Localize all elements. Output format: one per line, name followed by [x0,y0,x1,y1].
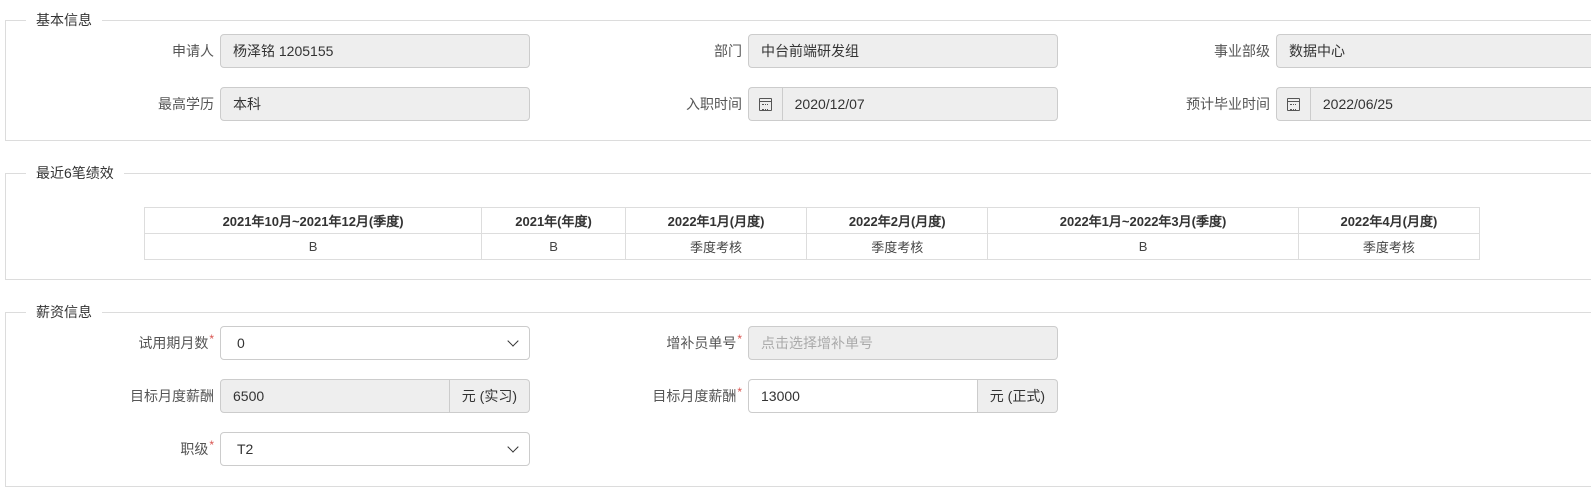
performance-value-cell: 季度考核 [624,233,808,260]
chevron-down-icon [507,335,519,347]
hire-date-label: 入职时间 [686,96,742,112]
intern-salary-input[interactable]: 6500 [220,379,450,413]
formal-salary-field: 目标月度薪酬* 13000 元 (正式) [652,379,1058,413]
performance-header-row: 2021年10月~2021年12月(季度) 2021年(年度) 2022年1月(… [143,207,1481,234]
salary-legend: 薪资信息 [26,302,102,322]
formal-salary-label: 目标月度薪酬* [652,385,742,404]
performance-header-cell: 2022年4月(月度) [1297,207,1481,234]
probation-months-label: 试用期月数* [138,332,214,351]
department-field: 部门 中台前端研发组 [714,34,1058,68]
graduation-date-field: 预计毕业时间 2022/06/25 [1186,87,1591,121]
performance-value-cell: B [481,233,626,260]
calendar-icon [758,97,772,111]
applicant-label: 申请人 [172,43,214,59]
salary-section: 薪资信息 试用期月数* 0 增补员单号* 点击选择增补单号 目标月度薪酬 650… [5,302,1591,487]
education-field: 最高学历 本科 [158,87,530,121]
graduation-date-calendar-addon[interactable] [1276,87,1310,121]
performance-value-cell: B [143,233,483,260]
rank-value: T2 [237,441,254,457]
intern-salary-field: 目标月度薪酬 6500 元 (实习) [130,379,530,413]
required-mark: * [209,438,214,452]
performance-header-cell: 2021年(年度) [481,207,626,234]
hire-date-calendar-addon[interactable] [748,87,782,121]
performance-value-cell: B [987,233,1299,260]
education-label: 最高学历 [158,96,214,112]
business-unit-input[interactable]: 数据中心 [1276,34,1591,68]
supplement-no-input[interactable]: 点击选择增补单号 [748,326,1058,360]
intern-salary-unit: 元 (实习) [449,379,530,413]
probation-months-value: 0 [237,335,245,351]
calendar-icon [1286,97,1300,111]
basic-info-section: 基本信息 申请人 杨泽铭 1205155 部门 中台前端研发组 事业部级 数据中… [5,10,1591,141]
hire-date-input[interactable]: 2020/12/07 [781,87,1058,121]
intern-salary-label: 目标月度薪酬 [130,388,214,404]
performance-section: 最近6笔绩效 2021年10月~2021年12月(季度) 2021年(年度) 2… [5,163,1591,280]
rank-label: 职级* [180,438,214,457]
formal-salary-unit: 元 (正式) [977,379,1058,413]
applicant-field: 申请人 杨泽铭 1205155 [172,34,530,68]
business-unit-label: 事业部级 [1214,43,1270,59]
required-mark: * [737,332,742,346]
required-mark: * [209,332,214,346]
probation-months-select[interactable]: 0 [220,326,530,360]
graduation-date-input[interactable]: 2022/06/25 [1309,87,1591,121]
applicant-input[interactable]: 杨泽铭 1205155 [220,34,530,68]
performance-header-cell: 2022年1月(月度) [624,207,808,234]
performance-header-cell: 2021年10月~2021年12月(季度) [143,207,483,234]
hire-date-field: 入职时间 2020/12/07 [686,87,1058,121]
chevron-down-icon [507,441,519,453]
performance-header-cell: 2022年1月~2022年3月(季度) [987,207,1299,234]
department-label: 部门 [714,43,742,59]
graduation-date-label: 预计毕业时间 [1186,96,1270,112]
formal-salary-input[interactable]: 13000 [748,379,978,413]
performance-value-cell: 季度考核 [806,233,989,260]
table-row: B B 季度考核 季度考核 B 季度考核 [143,233,1481,260]
probation-months-field: 试用期月数* 0 [138,326,530,360]
rank-field: 职级* T2 [180,432,530,466]
performance-value-cell: 季度考核 [1297,233,1481,260]
rank-select[interactable]: T2 [220,432,530,466]
performance-legend: 最近6笔绩效 [26,163,124,183]
performance-header-cell: 2022年2月(月度) [806,207,989,234]
performance-table: 2021年10月~2021年12月(季度) 2021年(年度) 2022年1月(… [143,207,1481,260]
supplement-no-field: 增补员单号* 点击选择增补单号 [666,326,1058,360]
required-mark: * [737,385,742,399]
basic-info-legend: 基本信息 [26,10,102,30]
business-unit-field: 事业部级 数据中心 [1214,34,1591,68]
education-input[interactable]: 本科 [220,87,530,121]
supplement-no-label: 增补员单号* [666,332,742,351]
department-input[interactable]: 中台前端研发组 [748,34,1058,68]
